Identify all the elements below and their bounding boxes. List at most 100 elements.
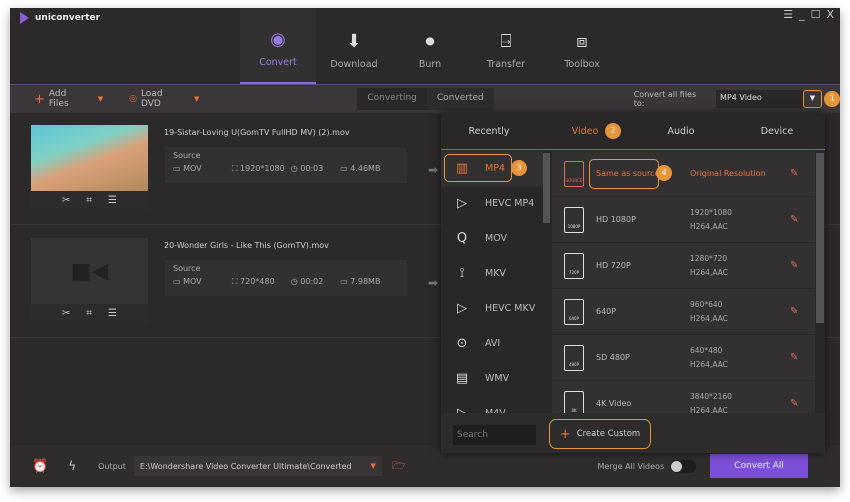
nav-toolbox[interactable]: ⧈ Toolbox	[544, 8, 620, 84]
edit-icon[interactable]: ✎	[790, 168, 798, 179]
preset-spec: 3840*2160	[690, 391, 732, 401]
video-camera-icon: ■◀	[70, 258, 109, 284]
edit-icon[interactable]: ✎	[790, 352, 798, 363]
burn-icon: ⏺	[425, 31, 435, 52]
step-badge: 1	[824, 91, 840, 107]
arrow-right-icon: ➡	[428, 276, 439, 290]
preset-spec: 640*480	[690, 345, 723, 355]
format-dropdown-button[interactable]: ▼	[802, 90, 823, 108]
format-item[interactable]: Q MOV	[441, 221, 543, 256]
edit-icon[interactable]: ✎	[790, 398, 798, 409]
preset-item[interactable]: SOURCE Same as source Original Resolution ✎…	[552, 151, 815, 196]
toolbox-icon: ⧈	[576, 31, 588, 52]
convert-all-button[interactable]: Convert All	[710, 454, 809, 478]
preset-codec: H264,AAC	[690, 405, 728, 414]
lightning-icon[interactable]: ϟ	[68, 459, 76, 473]
nav-burn[interactable]: ⏺ Burn	[392, 8, 468, 84]
preset-list: SOURCE Same as source Original Resolution ✎…	[552, 151, 815, 413]
preset-item[interactable]: 640P 640P 960*640 H264,AAC ✎	[552, 289, 815, 334]
crop-icon[interactable]: ⌗	[86, 308, 92, 319]
view-toggle: Converting Converted	[357, 88, 494, 110]
menu-icon[interactable]: ☰	[783, 8, 793, 21]
merge-toggle[interactable]	[670, 459, 697, 473]
tab-audio[interactable]: Audio	[633, 113, 729, 149]
format-item[interactable]: ▤ WMV	[441, 361, 543, 396]
format-select[interactable]: MP4 Video	[716, 90, 803, 108]
edit-icon[interactable]: ✎	[790, 260, 798, 271]
create-custom-button[interactable]: + Create Custom	[549, 419, 651, 449]
format-item[interactable]: ▷ HEVC MKV	[441, 291, 543, 326]
logo-icon	[20, 12, 29, 24]
format-icon: Q	[456, 231, 468, 246]
duration-value: ◷ 00:02	[290, 277, 324, 286]
preset-item[interactable]: 480P SD 480P 640*480 H264,AAC ✎	[552, 335, 815, 380]
format-icon: ⊙	[456, 336, 468, 351]
video-thumbnail[interactable]: ■◀ ✂ ⌗ ☰	[31, 238, 148, 323]
maximize-button[interactable]: ☐	[811, 8, 821, 21]
preset-codec: H264,AAC	[690, 313, 728, 323]
window-controls: ☰ _ ☐ X	[783, 8, 834, 21]
nav-download[interactable]: ⬇ Download	[316, 8, 392, 84]
preset-spec: 1280*720	[690, 253, 728, 263]
format-icon: ⟟	[459, 266, 465, 281]
preset-list-scrollbar[interactable]	[816, 153, 824, 323]
convert-all-label: Convert all files to:	[633, 90, 697, 108]
step-badge: 2	[605, 123, 621, 139]
video-file-icon: 4K	[564, 390, 584, 413]
preset-codec: H264,AAC	[690, 359, 728, 369]
edit-icon[interactable]: ✎	[790, 306, 798, 317]
format-item[interactable]: ▥ MP4 3	[441, 151, 543, 186]
file-name: 19-Sistar-Loving U(GomTV FullHD MV) (2).…	[164, 128, 350, 137]
transfer-icon: ⍈	[500, 31, 512, 52]
format-item[interactable]: ⊙ AVI	[441, 326, 543, 361]
plus-icon: +	[559, 426, 571, 442]
main-nav: ◉ Convert ⬇ Download ⏺ Burn ⍈ Transfer ⧈ Tool…	[240, 8, 620, 84]
minimize-button[interactable]: _	[799, 8, 805, 21]
crop-icon[interactable]: ⌗	[86, 195, 92, 206]
preset-item[interactable]: 1080P HD 1080P 1920*1080 H264,AAC ✎	[552, 197, 815, 242]
format-item[interactable]: ▷M4V	[441, 396, 543, 413]
toolbar: + Add Files ▼ ◎ Load DVD ▼ Converting Convert…	[10, 84, 840, 113]
size-value: ▭ 4.46MB	[340, 164, 381, 173]
video-thumbnail[interactable]: ✂ ⌗ ☰	[31, 125, 148, 210]
format-item[interactable]: ⟟ MKV	[441, 256, 543, 291]
nav-transfer[interactable]: ⍈ Transfer	[468, 8, 544, 84]
trim-icon[interactable]: ✂	[62, 308, 70, 319]
tab-converting[interactable]: Converting	[357, 88, 427, 110]
edit-icon[interactable]: ✎	[790, 214, 798, 225]
nav-convert[interactable]: ◉ Convert	[240, 8, 316, 84]
alarm-icon[interactable]: ⏰	[32, 459, 48, 474]
tab-device[interactable]: Device	[729, 113, 825, 149]
resolution-value: ⛶ 720*480	[231, 277, 275, 286]
trim-icon[interactable]: ✂	[62, 195, 70, 206]
format-value: ▭ MOV	[173, 164, 202, 173]
tab-converted[interactable]: Converted	[427, 88, 494, 110]
effects-icon[interactable]: ☰	[108, 195, 117, 206]
dvd-icon: ◎	[129, 94, 137, 104]
app-window: uniconverter ☰ _ ☐ X ◉ Convert ⬇ Download …	[10, 8, 840, 487]
close-button[interactable]: X	[826, 8, 834, 21]
preset-item[interactable]: 4K 4K Video 3840*2160 H264,AAC ✎	[552, 381, 815, 413]
preset-spec: 960*640	[690, 299, 723, 309]
preset-item[interactable]: 720P HD 720P 1280*720 H264,AAC ✎	[552, 243, 815, 288]
source-info: Source ▭ MOV ⛶ 720*480 ◷ 00:02 ▭ 7.98MB	[165, 260, 407, 296]
add-files-button[interactable]: + Add Files ▼	[34, 89, 103, 109]
chevron-down-icon[interactable]: ▼	[98, 95, 103, 103]
format-list-scrollbar[interactable]	[543, 153, 550, 223]
app-title: uniconverter	[20, 12, 100, 24]
video-file-icon: 640P	[564, 298, 584, 325]
tab-recently[interactable]: Recently	[441, 113, 537, 149]
tab-video[interactable]: Video 2	[537, 113, 633, 184]
effects-icon[interactable]: ☰	[108, 308, 117, 319]
preset-spec: Original Resolution	[690, 168, 766, 178]
format-list: ▥MP43▷HEVC MP4QMOV⟟MKV▷HEVC MKV⊙AVI▤WMV▷…	[441, 151, 543, 413]
chevron-down-icon[interactable]: ▼	[194, 95, 199, 103]
search-input[interactable]	[453, 425, 536, 445]
folder-icon[interactable]: 🗁	[392, 457, 406, 476]
output-path-select[interactable]: E:\Wondershare Video Converter Ultimate\…	[133, 456, 382, 476]
format-item[interactable]: ▷ HEVC MP4	[441, 186, 543, 221]
preset-spec: 1920*1080	[690, 207, 732, 217]
download-icon: ⬇	[346, 31, 362, 52]
load-dvd-button[interactable]: ◎ Load DVD ▼	[129, 89, 199, 109]
chevron-down-icon[interactable]: ▼	[371, 462, 376, 470]
